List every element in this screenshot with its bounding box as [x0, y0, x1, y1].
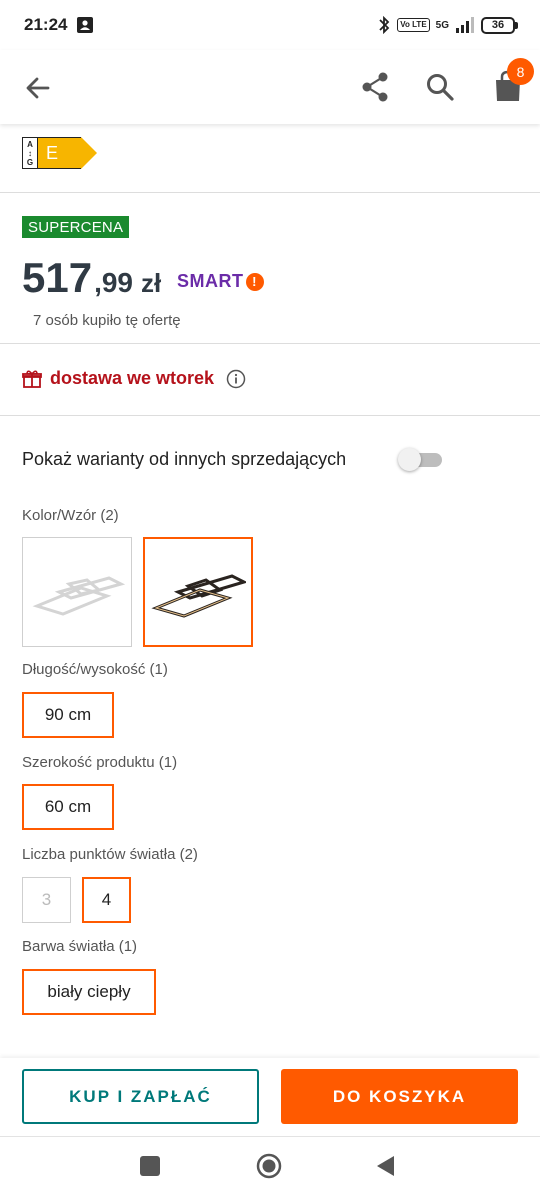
clock: 21:24: [24, 15, 68, 34]
length-label: Długość/wysokość (1): [22, 661, 168, 678]
white-lamp-thumbnail: [32, 576, 125, 616]
recents-icon[interactable]: [140, 1156, 160, 1176]
smart-logo[interactable]: SMART !: [177, 271, 264, 292]
smart-label: SMART: [177, 271, 244, 291]
price-decimal: ,99: [94, 267, 134, 298]
other-sellers-toggle-row: Pokaż warianty od innych sprzedających: [22, 448, 442, 471]
energy-scale: A ↕ G: [22, 137, 37, 169]
supercena-badge: SUPERCENA: [22, 216, 130, 238]
color-option-black[interactable]: [143, 537, 253, 647]
light-points-option-4[interactable]: 4: [82, 877, 131, 923]
buy-now-button[interactable]: KUP I ZAPŁAĆ: [22, 1069, 259, 1124]
energy-scale-arrow: ↕: [28, 148, 32, 158]
color-option-white[interactable]: [22, 537, 132, 647]
length-option-90cm[interactable]: 90 cm: [22, 692, 114, 738]
price: 517 ,99 zł: [22, 254, 161, 302]
color-pattern-label: Kolor/Wzór (2): [22, 507, 119, 524]
other-sellers-toggle[interactable]: [398, 448, 442, 471]
energy-class: E: [37, 137, 81, 169]
light-color-option-warm-white[interactable]: biały ciepły: [22, 969, 156, 1015]
energy-label[interactable]: A ↕ G E: [22, 137, 97, 169]
battery-icon: 36: [481, 16, 518, 34]
delivery-text: dostawa we wtorek: [50, 368, 215, 388]
black-lamp-thumbnail: [151, 574, 246, 618]
add-to-cart-button[interactable]: DO KOSZYKA: [281, 1069, 518, 1124]
back-arrow-icon[interactable]: [22, 72, 54, 104]
divider: [0, 415, 540, 416]
gift-icon: [22, 370, 42, 388]
energy-scale-bottom: G: [26, 157, 34, 167]
price-currency: zł: [141, 268, 162, 298]
share-icon[interactable]: [358, 70, 392, 104]
network-type: 5G: [435, 19, 449, 31]
energy-class-arrow: [81, 137, 97, 169]
width-label: Szerokość produktu (1): [22, 754, 178, 771]
search-icon[interactable]: [423, 70, 457, 104]
other-sellers-label: Pokaż warianty od innych sprzedających: [22, 448, 347, 469]
delivery-info[interactable]: dostawa we wtorek: [22, 368, 246, 389]
top-app-bar: [0, 50, 540, 124]
volte-indicator: Vo LTE: [397, 18, 430, 32]
light-color-label: Barwa światła (1): [22, 938, 138, 955]
energy-scale-top: A: [27, 139, 33, 149]
light-points-option-3[interactable]: 3: [22, 877, 71, 923]
status-time: 21:24: [24, 15, 94, 35]
cart-count-badge[interactable]: 8: [507, 58, 534, 85]
battery-level: 36: [481, 16, 515, 34]
info-icon[interactable]: [226, 369, 246, 389]
price-integer: 517: [22, 254, 93, 301]
home-icon[interactable]: [256, 1153, 282, 1179]
width-option-60cm[interactable]: 60 cm: [22, 784, 114, 830]
divider: [0, 192, 540, 193]
divider: [0, 343, 540, 344]
smart-exclamation-icon: !: [245, 272, 264, 291]
bluetooth-icon: [379, 16, 390, 34]
contact-card-icon: [77, 17, 94, 33]
nav-back-icon[interactable]: [374, 1154, 396, 1178]
signal-icon: [456, 17, 474, 33]
status-bar: 21:24 Vo LTE 5G 36: [0, 0, 540, 50]
light-points-label: Liczba punktów światła (2): [22, 846, 198, 863]
bought-count-text: 7 osób kupiło tę ofertę: [33, 312, 181, 329]
status-icons: Vo LTE 5G 36: [377, 16, 518, 34]
